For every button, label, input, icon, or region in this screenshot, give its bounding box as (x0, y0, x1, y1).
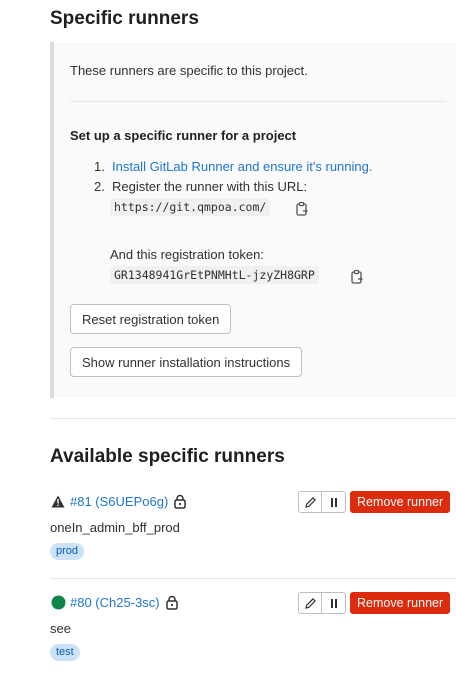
runner-actions: Remove runner (298, 592, 451, 614)
runner-header: #80 (Ch25-3sc) (50, 592, 180, 612)
runner-actions: Remove runner (298, 491, 451, 513)
runner-row: #80 (Ch25-3sc) see test Remove runner (50, 592, 456, 672)
registration-url: https://git.qmpoa.com/ (110, 198, 271, 216)
registration-token: GR1348941GrEtPNMHtL-jzyZH8GRP (110, 266, 319, 284)
step-2-number: 2. (94, 179, 105, 194)
edit-runner-button[interactable] (298, 592, 322, 614)
warning-triangle-icon (50, 493, 66, 509)
edit-runner-button[interactable] (298, 491, 322, 513)
token-label: And this registration token: (110, 247, 264, 262)
available-runners-title: Available specific runners (50, 446, 285, 467)
setup-title: Set up a specific runner for a project (70, 128, 297, 143)
runner-id-link[interactable]: #80 (Ch25-3sc) (70, 595, 160, 610)
specific-runners-panel: These runners are specific to this proje… (50, 42, 456, 398)
runner-description: oneIn_admin_bff_prod (50, 520, 180, 535)
step-2-text: Register the runner with this URL: (112, 179, 308, 194)
pause-icon (330, 598, 337, 608)
copy-url-icon[interactable] (294, 201, 310, 217)
pause-runner-button[interactable] (322, 491, 346, 513)
remove-runner-button[interactable]: Remove runner (350, 491, 451, 513)
step-1-number: 1. (94, 159, 105, 174)
specific-runners-title: Specific runners (50, 8, 199, 29)
install-runner-link[interactable]: Install GitLab Runner and ensure it's ru… (112, 159, 372, 174)
runner-description: see (50, 621, 71, 636)
setup-step-2: 2. Register the runner with this URL: (94, 179, 307, 194)
online-circle-icon (50, 594, 66, 610)
pause-icon (330, 497, 337, 507)
runner-id-link[interactable]: #81 (S6UEPo6g) (70, 494, 168, 509)
lock-icon (172, 493, 188, 509)
remove-runner-button[interactable]: Remove runner (350, 592, 451, 614)
runner-row: #81 (S6UEPo6g) oneIn_admin_bff_prod prod… (50, 491, 456, 571)
copy-token-icon[interactable] (349, 269, 365, 285)
reset-token-button[interactable]: Reset registration token (70, 304, 232, 334)
pause-runner-button[interactable] (322, 592, 346, 614)
setup-step-1: 1. Install GitLab Runner and ensure it's … (94, 159, 372, 174)
row-divider (50, 578, 456, 579)
runner-tag: test (50, 644, 80, 661)
runner-header: #81 (S6UEPo6g) (50, 491, 188, 511)
lock-icon (164, 594, 180, 610)
show-instructions-button[interactable]: Show runner installation instructions (70, 347, 303, 377)
panel-divider (70, 101, 446, 102)
panel-intro-text: These runners are specific to this proje… (70, 63, 308, 78)
pencil-icon (304, 496, 316, 508)
pencil-icon (304, 597, 316, 609)
section-divider (50, 418, 456, 419)
runner-tag: prod (50, 543, 85, 560)
